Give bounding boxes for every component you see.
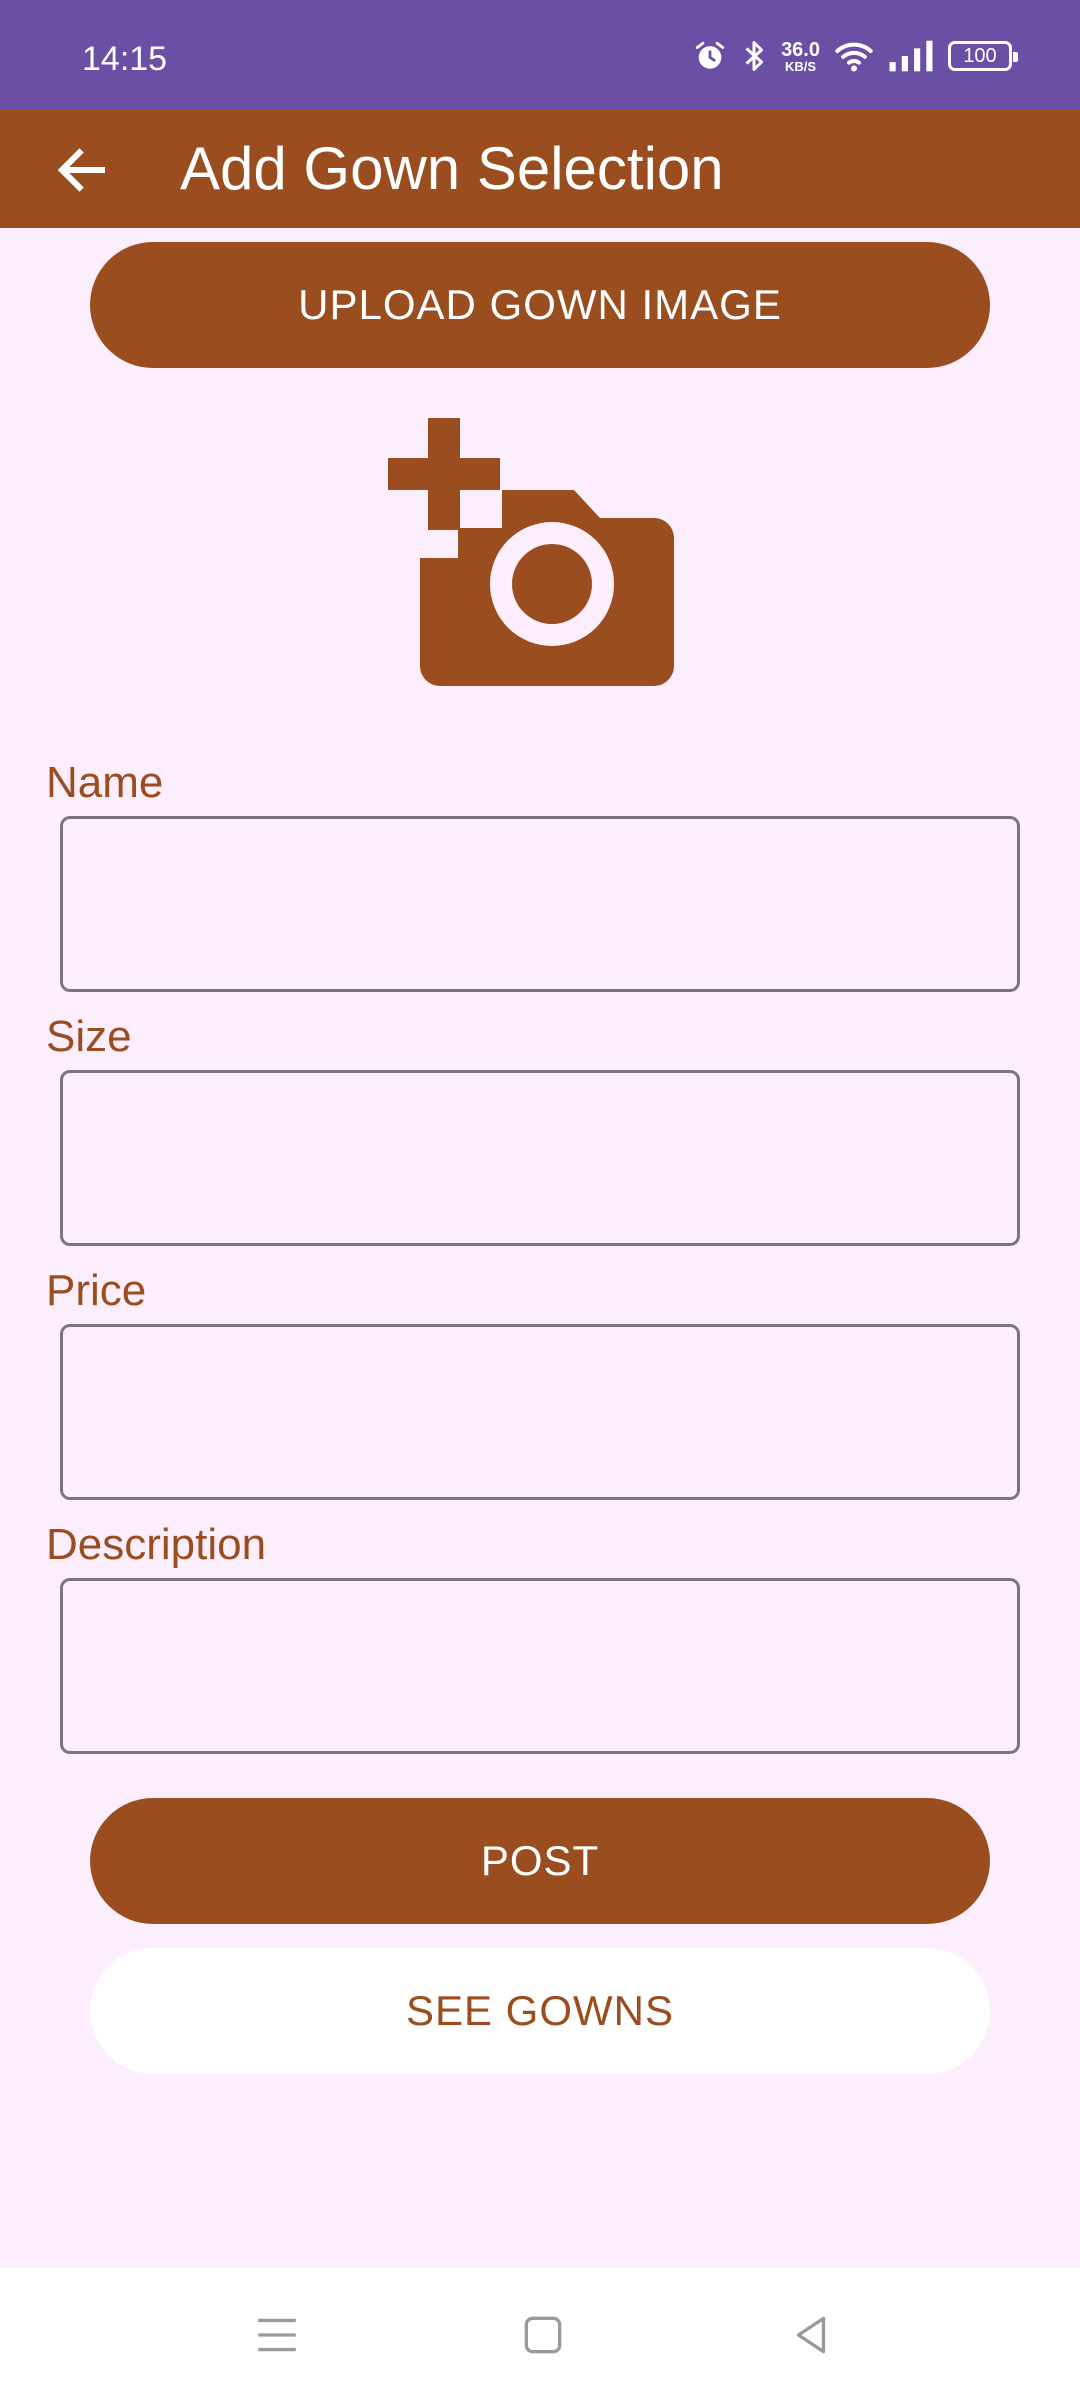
network-speed-value: 36.0: [781, 38, 820, 61]
page-title: Add Gown Selection: [180, 135, 724, 202]
size-label: Size: [46, 1012, 132, 1061]
menu-icon[interactable]: [252, 2310, 302, 2360]
status-bar: 14:15 36.0 KB/S 100: [0, 0, 1080, 110]
signal-icon: [889, 40, 933, 72]
price-field[interactable]: [60, 1324, 1020, 1500]
upload-gown-image-label: UPLOAD GOWN IMAGE: [298, 281, 782, 328]
system-nav-bar: [0, 2268, 1080, 2400]
description-field[interactable]: [60, 1578, 1020, 1754]
name-label: Name: [46, 758, 164, 807]
home-icon[interactable]: [518, 2310, 568, 2360]
status-time: 14:15: [82, 40, 168, 78]
back-icon[interactable]: [786, 2310, 836, 2360]
battery-icon: 100: [948, 41, 1018, 71]
size-field[interactable]: [60, 1070, 1020, 1246]
name-field[interactable]: [60, 816, 1020, 992]
price-label: Price: [46, 1266, 147, 1315]
app-bar: Add Gown Selection: [0, 110, 1080, 228]
bluetooth-icon: [745, 41, 764, 71]
description-label: Description: [46, 1520, 267, 1569]
post-button[interactable]: POST: [90, 1798, 990, 1924]
post-label: POST: [480, 1837, 600, 1884]
status-icons: 36.0 KB/S 100: [693, 38, 1018, 74]
see-gowns-button[interactable]: SEE GOWNS: [90, 1948, 990, 2074]
see-gowns-label: SEE GOWNS: [405, 1987, 675, 2034]
network-speed-unit: KB/S: [785, 58, 817, 74]
alarm-icon: [695, 41, 725, 69]
upload-gown-image-button[interactable]: UPLOAD GOWN IMAGE: [90, 242, 990, 368]
wifi-icon: [835, 42, 873, 72]
arrow-left-icon[interactable]: [52, 140, 112, 200]
network-speed: 36.0 KB/S: [781, 40, 820, 73]
add-a-photo-icon[interactable]: [388, 418, 680, 686]
